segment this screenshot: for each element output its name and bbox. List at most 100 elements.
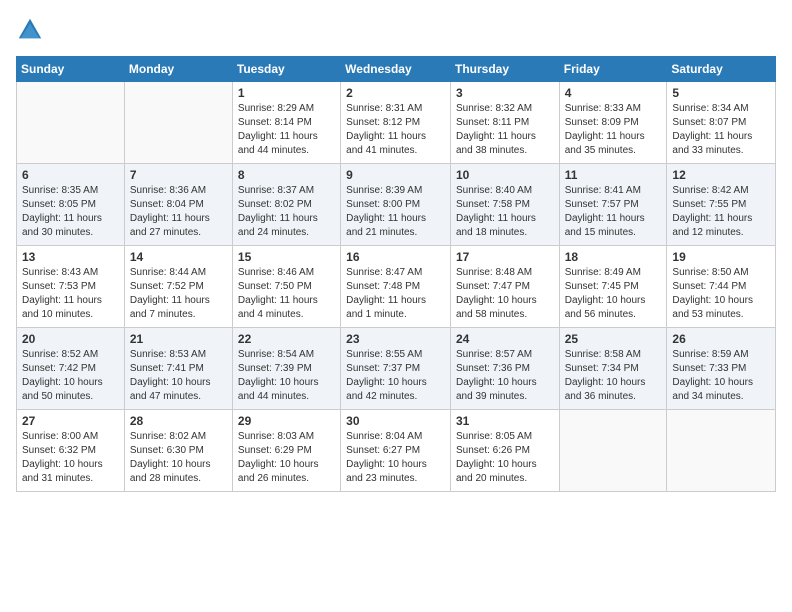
day-number: 8 <box>238 168 335 182</box>
calendar-cell: 11 Sunrise: 8:41 AM Sunset: 7:57 PM Dayli… <box>559 164 667 246</box>
day-number: 28 <box>130 414 227 428</box>
day-info: Sunrise: 8:03 AM Sunset: 6:29 PM Dayligh… <box>238 430 335 486</box>
calendar-cell: 31Sunrise: 8:05 AM Sunset: 6:26 PM Dayli… <box>450 410 559 492</box>
day-number: 7 <box>130 168 227 182</box>
calendar-cell: 15 Sunrise: 8:46 AM Sunset: 7:50 PM Dayli… <box>232 246 340 328</box>
day-info: Sunrise: 8:31 AM Sunset: 8:12 PM Dayligh… <box>346 102 445 158</box>
day-number: 18 <box>565 250 662 264</box>
day-info: Sunrise: 8:53 AM Sunset: 7:41 PM Dayligh… <box>130 348 227 404</box>
day-number: 17 <box>456 250 554 264</box>
day-number: 24 <box>456 332 554 346</box>
day-number: 9 <box>346 168 445 182</box>
calendar-cell: 23Sunrise: 8:55 AM Sunset: 7:37 PM Dayli… <box>341 328 451 410</box>
day-number: 3 <box>456 86 554 100</box>
day-number: 2 <box>346 86 445 100</box>
day-info: Sunrise: 8:29 AM Sunset: 8:14 PM Dayligh… <box>238 102 335 158</box>
calendar-cell: 8 Sunrise: 8:37 AM Sunset: 8:02 PM Daylig… <box>232 164 340 246</box>
day-number: 29 <box>238 414 335 428</box>
day-number: 1 <box>238 86 335 100</box>
calendar-cell: 28 Sunrise: 8:02 AM Sunset: 6:30 PM Dayli… <box>124 410 232 492</box>
day-info: Sunrise: 8:34 AM Sunset: 8:07 PM Dayligh… <box>672 102 770 158</box>
day-number: 14 <box>130 250 227 264</box>
day-info: Sunrise: 8:57 AM Sunset: 7:36 PM Dayligh… <box>456 348 554 404</box>
calendar-cell: 5Sunrise: 8:34 AM Sunset: 8:07 PM Daylig… <box>667 82 776 164</box>
day-number: 25 <box>565 332 662 346</box>
calendar-week-2: 6 Sunrise: 8:35 AM Sunset: 8:05 PM Daylig… <box>17 164 776 246</box>
day-number: 21 <box>130 332 227 346</box>
day-number: 20 <box>22 332 119 346</box>
day-info: Sunrise: 8:47 AM Sunset: 7:48 PM Dayligh… <box>346 266 445 322</box>
calendar-cell: 29 Sunrise: 8:03 AM Sunset: 6:29 PM Dayli… <box>232 410 340 492</box>
weekday-header-wednesday: Wednesday <box>341 57 451 82</box>
day-number: 13 <box>22 250 119 264</box>
calendar-cell: 4 Sunrise: 8:33 AM Sunset: 8:09 PM Daylig… <box>559 82 667 164</box>
day-info: Sunrise: 8:04 AM Sunset: 6:27 PM Dayligh… <box>346 430 445 486</box>
day-number: 19 <box>672 250 770 264</box>
calendar-cell: 21 Sunrise: 8:53 AM Sunset: 7:41 PM Dayli… <box>124 328 232 410</box>
calendar-body: 1 Sunrise: 8:29 AM Sunset: 8:14 PM Daylig… <box>17 82 776 492</box>
calendar-week-3: 13 Sunrise: 8:43 AM Sunset: 7:53 PM Dayli… <box>17 246 776 328</box>
day-number: 27 <box>22 414 119 428</box>
calendar-cell <box>17 82 125 164</box>
calendar-week-1: 1 Sunrise: 8:29 AM Sunset: 8:14 PM Daylig… <box>17 82 776 164</box>
calendar-cell: 9 Sunrise: 8:39 AM Sunset: 8:00 PM Daylig… <box>341 164 451 246</box>
calendar-cell: 1 Sunrise: 8:29 AM Sunset: 8:14 PM Daylig… <box>232 82 340 164</box>
day-info: Sunrise: 8:00 AM Sunset: 6:32 PM Dayligh… <box>22 430 119 486</box>
weekday-header-saturday: Saturday <box>667 57 776 82</box>
calendar-cell: 22 Sunrise: 8:54 AM Sunset: 7:39 PM Dayli… <box>232 328 340 410</box>
weekday-header-tuesday: Tuesday <box>232 57 340 82</box>
logo <box>16 16 48 44</box>
calendar-cell <box>667 410 776 492</box>
day-info: Sunrise: 8:35 AM Sunset: 8:05 PM Dayligh… <box>22 184 119 240</box>
calendar-cell: 27 Sunrise: 8:00 AM Sunset: 6:32 PM Dayli… <box>17 410 125 492</box>
day-info: Sunrise: 8:33 AM Sunset: 8:09 PM Dayligh… <box>565 102 662 158</box>
day-info: Sunrise: 8:54 AM Sunset: 7:39 PM Dayligh… <box>238 348 335 404</box>
day-number: 26 <box>672 332 770 346</box>
calendar-cell: 16Sunrise: 8:47 AM Sunset: 7:48 PM Dayli… <box>341 246 451 328</box>
day-number: 11 <box>565 168 662 182</box>
day-info: Sunrise: 8:05 AM Sunset: 6:26 PM Dayligh… <box>456 430 554 486</box>
calendar-cell: 2 Sunrise: 8:31 AM Sunset: 8:12 PM Daylig… <box>341 82 451 164</box>
day-number: 4 <box>565 86 662 100</box>
calendar-cell: 13 Sunrise: 8:43 AM Sunset: 7:53 PM Dayli… <box>17 246 125 328</box>
calendar-cell: 10 Sunrise: 8:40 AM Sunset: 7:58 PM Dayli… <box>450 164 559 246</box>
weekday-header-thursday: Thursday <box>450 57 559 82</box>
weekday-header-monday: Monday <box>124 57 232 82</box>
calendar-week-5: 27 Sunrise: 8:00 AM Sunset: 6:32 PM Dayli… <box>17 410 776 492</box>
calendar-cell: 20Sunrise: 8:52 AM Sunset: 7:42 PM Dayli… <box>17 328 125 410</box>
calendar-cell: 12Sunrise: 8:42 AM Sunset: 7:55 PM Dayli… <box>667 164 776 246</box>
day-info: Sunrise: 8:43 AM Sunset: 7:53 PM Dayligh… <box>22 266 119 322</box>
day-info: Sunrise: 8:50 AM Sunset: 7:44 PM Dayligh… <box>672 266 770 322</box>
day-info: Sunrise: 8:46 AM Sunset: 7:50 PM Dayligh… <box>238 266 335 322</box>
day-number: 30 <box>346 414 445 428</box>
day-number: 10 <box>456 168 554 182</box>
day-info: Sunrise: 8:41 AM Sunset: 7:57 PM Dayligh… <box>565 184 662 240</box>
day-info: Sunrise: 8:39 AM Sunset: 8:00 PM Dayligh… <box>346 184 445 240</box>
day-info: Sunrise: 8:44 AM Sunset: 7:52 PM Dayligh… <box>130 266 227 322</box>
calendar-cell: 26 Sunrise: 8:59 AM Sunset: 7:33 PM Dayli… <box>667 328 776 410</box>
calendar-cell: 6 Sunrise: 8:35 AM Sunset: 8:05 PM Daylig… <box>17 164 125 246</box>
day-number: 6 <box>22 168 119 182</box>
day-number: 12 <box>672 168 770 182</box>
logo-icon <box>16 16 44 44</box>
day-info: Sunrise: 8:59 AM Sunset: 7:33 PM Dayligh… <box>672 348 770 404</box>
calendar-cell: 14 Sunrise: 8:44 AM Sunset: 7:52 PM Dayli… <box>124 246 232 328</box>
day-info: Sunrise: 8:02 AM Sunset: 6:30 PM Dayligh… <box>130 430 227 486</box>
weekday-row: SundayMondayTuesdayWednesdayThursdayFrid… <box>17 57 776 82</box>
day-number: 23 <box>346 332 445 346</box>
calendar-cell <box>124 82 232 164</box>
calendar-cell: 25Sunrise: 8:58 AM Sunset: 7:34 PM Dayli… <box>559 328 667 410</box>
day-number: 22 <box>238 332 335 346</box>
day-info: Sunrise: 8:40 AM Sunset: 7:58 PM Dayligh… <box>456 184 554 240</box>
day-info: Sunrise: 8:37 AM Sunset: 8:02 PM Dayligh… <box>238 184 335 240</box>
weekday-header-friday: Friday <box>559 57 667 82</box>
calendar-cell: 24 Sunrise: 8:57 AM Sunset: 7:36 PM Dayli… <box>450 328 559 410</box>
page-header <box>16 16 776 44</box>
calendar-cell <box>559 410 667 492</box>
calendar-cell: 30 Sunrise: 8:04 AM Sunset: 6:27 PM Dayli… <box>341 410 451 492</box>
weekday-header-sunday: Sunday <box>17 57 125 82</box>
calendar-cell: 18 Sunrise: 8:49 AM Sunset: 7:45 PM Dayli… <box>559 246 667 328</box>
calendar-week-4: 20Sunrise: 8:52 AM Sunset: 7:42 PM Dayli… <box>17 328 776 410</box>
day-number: 15 <box>238 250 335 264</box>
day-info: Sunrise: 8:49 AM Sunset: 7:45 PM Dayligh… <box>565 266 662 322</box>
